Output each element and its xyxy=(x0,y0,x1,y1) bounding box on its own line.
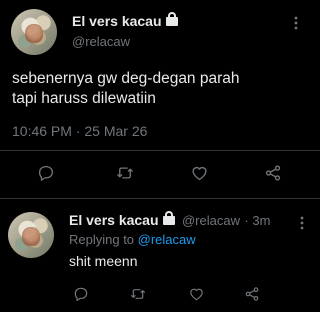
share-icon[interactable] xyxy=(264,164,282,182)
reply-reply-icon[interactable] xyxy=(73,286,89,302)
reply-retweet-icon[interactable] xyxy=(129,286,147,302)
retweet-icon[interactable] xyxy=(115,164,135,182)
reply-like-icon[interactable] xyxy=(188,286,205,302)
reply-share-icon[interactable] xyxy=(244,286,260,302)
lock-icon xyxy=(162,211,175,225)
main-tweet-author-name[interactable]: El vers kacau xyxy=(72,12,178,29)
reply-icon[interactable] xyxy=(37,164,55,182)
more-options-icon[interactable] xyxy=(294,16,300,30)
author-name: El vers kacau xyxy=(72,13,162,29)
main-tweet-timestamp[interactable]: 10:46 PM · 25 Mar 26 xyxy=(12,123,147,139)
reply-author-name[interactable]: El vers kacau xyxy=(69,212,159,228)
like-icon[interactable] xyxy=(190,164,209,182)
divider-bottom xyxy=(0,198,320,199)
reply-avatar[interactable] xyxy=(8,212,54,258)
reply-time: · 3m xyxy=(244,213,271,228)
reply-more-options-icon[interactable] xyxy=(300,216,306,230)
divider-top xyxy=(0,150,320,151)
main-tweet-text-line1: sebenernya gw deg-degan parah xyxy=(12,70,240,87)
reply-author-handle[interactable]: @relacaw xyxy=(182,213,240,228)
main-tweet-author-handle[interactable]: @relacaw xyxy=(72,34,130,49)
replying-to: Replying to @relacaw xyxy=(69,232,196,247)
reply-text: shit meenn xyxy=(69,253,138,269)
replying-to-prefix: Replying to xyxy=(69,232,138,247)
main-tweet-text: sebenernya gw deg-degan parah tapi harus… xyxy=(12,69,312,109)
lock-icon xyxy=(165,12,178,26)
replying-to-handle[interactable]: @relacaw xyxy=(138,232,196,247)
reply-header: El vers kacau @relacaw · 3m xyxy=(69,211,271,230)
main-tweet-avatar[interactable] xyxy=(11,9,57,55)
main-tweet-text-line2: tapi haruss dilewatiin xyxy=(12,90,156,107)
